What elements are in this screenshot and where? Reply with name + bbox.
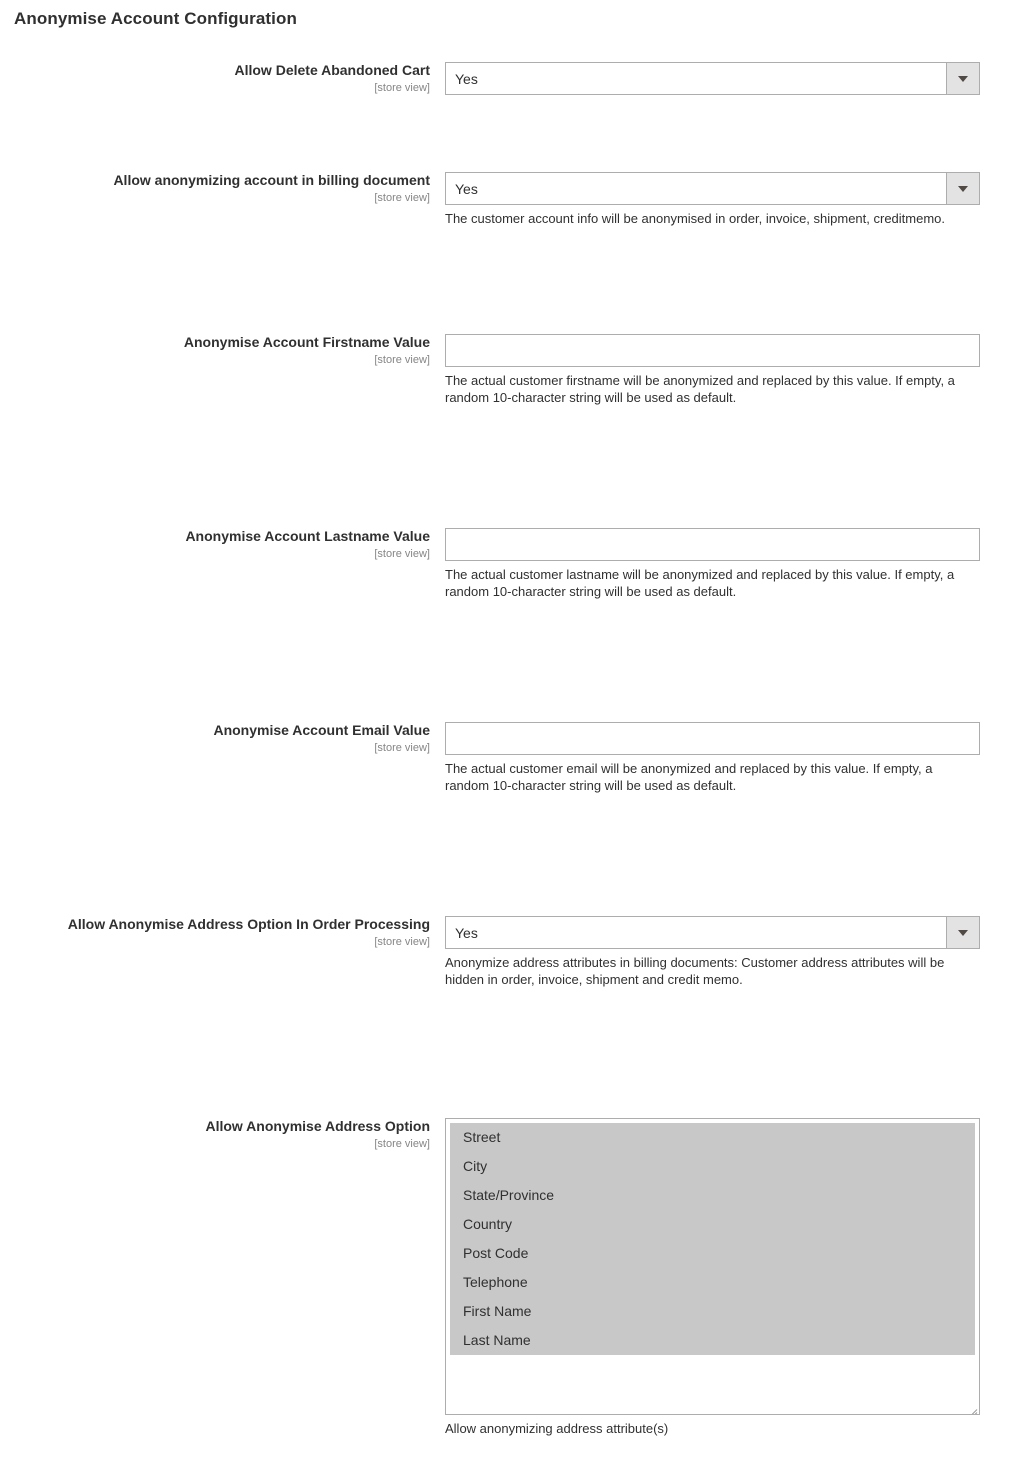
field-row-anonymise-account-firstname-value: Anonymise Account Firstname Value [store… bbox=[0, 334, 1025, 431]
field-control: Yes bbox=[445, 62, 980, 95]
field-label-group: Allow Anonymise Address Option [store vi… bbox=[0, 1118, 430, 1151]
field-control: Street City State/Province Country Post … bbox=[445, 1118, 980, 1437]
field-label-group: Allow anonymizing account in billing doc… bbox=[0, 172, 430, 205]
list-item[interactable]: Post Code bbox=[450, 1239, 975, 1268]
field-note: The actual customer email will be anonym… bbox=[445, 761, 933, 793]
list-item[interactable]: City bbox=[450, 1152, 975, 1181]
field-note: The actual customer lastname will be ano… bbox=[445, 567, 955, 599]
field-label: Anonymise Account Email Value bbox=[213, 722, 430, 738]
field-row-allow-anonymise-address-option: Allow Anonymise Address Option [store vi… bbox=[0, 1118, 1025, 1458]
field-note: The customer account info will be anonym… bbox=[445, 211, 946, 226]
list-item[interactable]: Last Name bbox=[450, 1326, 975, 1355]
field-label: Anonymise Account Firstname Value bbox=[183, 334, 430, 350]
field-scope: [store view] bbox=[374, 82, 430, 94]
configuration-form: Allow Delete Abandoned Cart [store view]… bbox=[0, 62, 1025, 1436]
multiselect-allow-anonymise-address-option[interactable]: Street City State/Province Country Post … bbox=[445, 1118, 980, 1415]
field-scope: [store view] bbox=[374, 354, 430, 366]
field-label: Anonymise Account Lastname Value bbox=[185, 528, 430, 544]
multiselect-option-list: Street City State/Province Country Post … bbox=[450, 1123, 975, 1355]
field-label-group: Allow Delete Abandoned Cart [store view] bbox=[0, 62, 430, 95]
chevron-down-icon[interactable] bbox=[946, 173, 979, 204]
input-anonymise-account-lastname-value[interactable] bbox=[445, 528, 980, 561]
field-label: Allow Anonymise Address Option bbox=[205, 1118, 430, 1134]
field-label-group: Anonymise Account Lastname Value [store … bbox=[0, 528, 430, 561]
field-label: Allow Anonymise Address Option In Order … bbox=[67, 916, 430, 932]
input-anonymise-account-email-value[interactable] bbox=[445, 722, 980, 755]
select-value: Yes bbox=[455, 925, 478, 941]
field-label-group: Allow Anonymise Address Option In Order … bbox=[0, 916, 430, 949]
field-control: Yes Anonymize address attributes in bill… bbox=[445, 916, 980, 988]
field-row-allow-anonymizing-account-in-billing-document: Allow anonymizing account in billing doc… bbox=[0, 172, 1025, 253]
field-control: The actual customer email will be anonym… bbox=[445, 722, 980, 794]
list-item[interactable]: Country bbox=[450, 1210, 975, 1239]
field-control: The actual customer firstname will be an… bbox=[445, 334, 980, 406]
list-item[interactable]: Street bbox=[450, 1123, 975, 1152]
field-label-group: Anonymise Account Email Value [store vie… bbox=[0, 722, 430, 755]
field-scope: [store view] bbox=[374, 192, 430, 204]
field-scope: [store view] bbox=[374, 1138, 430, 1150]
resize-grip-icon[interactable] bbox=[963, 1398, 978, 1414]
field-label: Allow Delete Abandoned Cart bbox=[234, 62, 430, 78]
field-row-anonymise-account-lastname-value: Anonymise Account Lastname Value [store … bbox=[0, 528, 1025, 625]
field-note: The actual customer firstname will be an… bbox=[445, 373, 955, 405]
chevron-down-icon[interactable] bbox=[946, 917, 979, 948]
input-anonymise-account-firstname-value[interactable] bbox=[445, 334, 980, 367]
field-label-group: Anonymise Account Firstname Value [store… bbox=[0, 334, 430, 367]
select-value: Yes bbox=[455, 71, 478, 87]
field-scope: [store view] bbox=[374, 742, 430, 754]
field-row-allow-delete-abandoned-cart: Allow Delete Abandoned Cart [store view]… bbox=[0, 62, 1025, 117]
list-item[interactable]: Telephone bbox=[450, 1268, 975, 1297]
field-note: Anonymize address attributes in billing … bbox=[445, 955, 945, 987]
field-label: Allow anonymizing account in billing doc… bbox=[113, 172, 430, 188]
field-row-anonymise-account-email-value: Anonymise Account Email Value [store vie… bbox=[0, 722, 1025, 819]
chevron-down-icon[interactable] bbox=[946, 63, 979, 94]
field-note: Allow anonymizing address attribute(s) bbox=[445, 1421, 669, 1436]
select-allow-delete-abandoned-cart[interactable]: Yes bbox=[445, 62, 980, 95]
field-row-allow-anonymise-address-option-in-order-processing: Allow Anonymise Address Option In Order … bbox=[0, 916, 1025, 1017]
field-control: The actual customer lastname will be ano… bbox=[445, 528, 980, 600]
field-control: Yes The customer account info will be an… bbox=[445, 172, 980, 227]
list-item[interactable]: State/Province bbox=[450, 1181, 975, 1210]
select-allow-anonymise-address-option-in-order-processing[interactable]: Yes bbox=[445, 916, 980, 949]
field-scope: [store view] bbox=[374, 936, 430, 948]
select-allow-anonymizing-account-in-billing-document[interactable]: Yes bbox=[445, 172, 980, 205]
field-scope: [store view] bbox=[374, 548, 430, 560]
list-item[interactable]: First Name bbox=[450, 1297, 975, 1326]
page-title: Anonymise Account Configuration bbox=[14, 9, 297, 28]
select-value: Yes bbox=[455, 181, 478, 197]
